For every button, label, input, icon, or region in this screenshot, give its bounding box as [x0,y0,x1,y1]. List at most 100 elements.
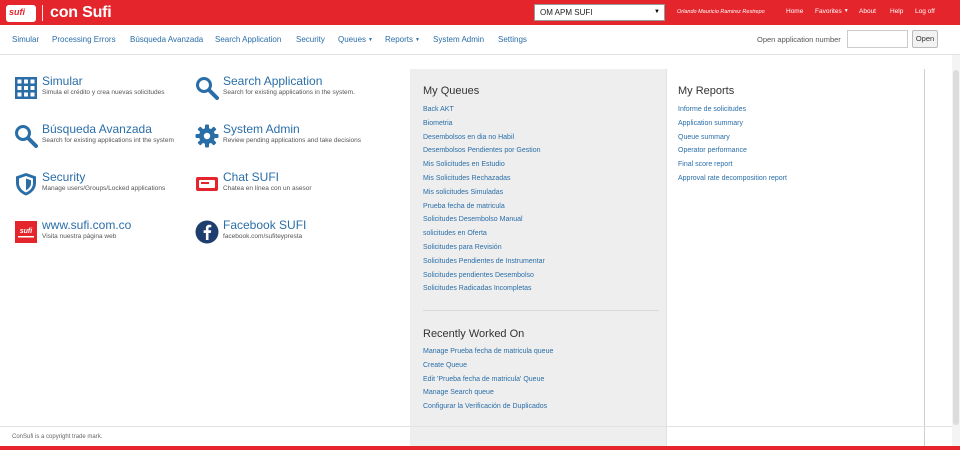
report-link[interactable]: Queue summary [678,131,787,145]
tile-title: Búsqueda Avanzada [42,122,152,136]
tile-system-admin[interactable]: System Admin Review pending applications… [195,122,375,162]
queue-link[interactable]: Solicitudes Radicadas Incompletas [423,282,545,296]
tile-description: Search for existing applications in the … [223,89,355,96]
favorites-label: Favorites [815,8,842,15]
caret-down-icon: ▼ [843,8,849,14]
logoff-link[interactable]: Log off [915,8,935,15]
facebook-icon [195,220,219,244]
app-selector[interactable]: OM APM SUFI ▼ [534,4,665,21]
recent-link[interactable]: Edit 'Prueba fecha de matricula' Queue [423,373,553,387]
user-name-link[interactable]: Orlando Mauricio Ramirez Restrepo [677,9,765,15]
sufi-logo-icon: sufi [15,221,37,243]
report-link[interactable]: Informe de solicitudes [678,103,787,117]
tile-facebook-sufi[interactable]: Facebook SUFI facebook.com/sufiteypresta [195,218,375,258]
tile-sufi-website[interactable]: sufi www.sufi.com.co Visita nuestra pági… [14,218,194,258]
nav-search-application[interactable]: Search Application [215,35,281,44]
tile-busqueda-avanzada[interactable]: Búsqueda Avanzada Search for existing ap… [14,122,194,162]
tile-description: Chatea en línea con un asesor [223,185,312,192]
report-link[interactable]: Application summary [678,117,787,131]
nav-processing-errors[interactable]: Processing Errors [52,35,116,44]
queue-link[interactable]: Mis solicitudes Simuladas [423,186,545,200]
section-divider [423,310,659,311]
queue-link[interactable]: Mis Solicitudes en Estudio [423,158,545,172]
my-queues-list: Back AKT Biometria Desembolsos en dia no… [423,103,545,296]
nav-queues-label: Queues [338,35,367,44]
queue-link[interactable]: Solicitudes para Revisión [423,241,545,255]
tile-description: Review pending applications and take dec… [223,137,362,144]
tile-title: System Admin [223,122,300,136]
nav-reports[interactable]: Reports ▼ [385,35,420,44]
gear-icon [195,124,219,148]
nav-simular[interactable]: Simular [12,35,39,44]
queue-link[interactable]: Solicitudes Pendientes de Instrumentar [423,255,545,269]
queue-link[interactable]: Biometria [423,117,545,131]
scrollbar-thumb[interactable] [953,70,959,425]
tile-description: facebook.com/sufiteypresta [223,233,303,240]
tile-description: Simula el crédito y crea nuevas solicitu… [42,89,165,96]
favorites-menu[interactable]: Favorites ▼ [815,8,849,15]
my-reports-list: Informe de solicitudes Application summa… [678,103,787,186]
brand-logo[interactable]: sufi con Sufi [6,4,112,22]
search-icon [196,77,219,100]
queue-link[interactable]: Mis Solicitudes Rechazadas [423,172,545,186]
recent-link[interactable]: Manage Prueba fecha de matricula queue [423,345,553,359]
about-link[interactable]: About [859,8,876,15]
tile-simular[interactable]: Simular Simula el crédito y crea nuevas … [14,74,194,114]
queue-link[interactable]: solicitudes en Oferta [423,227,545,241]
nav-settings[interactable]: Settings [498,35,527,44]
top-bar: sufi con Sufi OM APM SUFI ▼ Orlando Maur… [0,0,960,25]
queue-link[interactable]: Solicitudes pendientes Desembolso [423,269,545,283]
open-application-label: Open application number [757,35,841,44]
chevron-down-icon: ▼ [654,9,660,15]
tile-security[interactable]: Security Manage users/Groups/Locked appl… [14,170,194,210]
brand-name: con Sufi [50,4,112,21]
search-icon [15,125,38,148]
my-queues-title: My Queues [423,85,480,97]
chat-icon [196,177,218,191]
queue-link[interactable]: Desembolsos Pendientes por Gestion [423,144,545,158]
report-link[interactable]: Approval rate decomposition report [678,172,787,186]
tile-title: Security [42,170,86,184]
nav-security[interactable]: Security [296,35,325,44]
my-reports-title: My Reports [678,85,735,97]
queue-link[interactable]: Solicitudes Desembolso Manual [423,213,545,227]
report-link[interactable]: Final score report [678,158,787,172]
recently-worked-title: Recently Worked On [423,328,525,340]
nav-system-admin[interactable]: System Admin [433,35,484,44]
report-link[interactable]: Operator performance [678,144,787,158]
tile-title: Chat SUFI [223,170,280,184]
tile-description: Search for existing applications int the… [42,137,174,144]
home-link[interactable]: Home [786,8,803,15]
tile-title: www.sufi.com.co [42,218,132,232]
nav-busqueda-avanzada[interactable]: Búsqueda Avanzada [130,35,203,44]
shield-icon [16,173,36,196]
tile-description: Manage users/Groups/Locked applications [42,185,166,192]
tile-chat-sufi[interactable]: Chat SUFI Chatea en línea con un asesor [195,170,375,210]
open-button[interactable]: Open [912,30,938,48]
queue-link[interactable]: Back AKT [423,103,545,117]
logo-divider [42,5,43,21]
queue-link[interactable]: Desembolsos en dia no Habil [423,131,545,145]
nav-queues[interactable]: Queues ▼ [338,35,373,44]
recent-link[interactable]: Manage Search queue [423,386,553,400]
sufi-badge-icon: sufi [6,4,36,22]
nav-reports-label: Reports [385,35,414,44]
recent-link[interactable]: Create Queue [423,359,553,373]
caret-down-icon: ▼ [368,37,373,43]
application-number-input[interactable] [847,30,908,48]
tile-search-application[interactable]: Search Application Search for existing a… [195,74,375,114]
help-link[interactable]: Help [890,8,903,15]
tile-description: Visita nuestra página web [42,233,117,240]
main-nav: Simular Processing Errors Búsqueda Avanz… [0,25,960,55]
recently-worked-list: Manage Prueba fecha de matricula queue C… [423,345,553,414]
app-selector-value: OM APM SUFI [540,8,593,17]
queue-link[interactable]: Prueba fecha de matricula [423,200,545,214]
calculator-icon [15,77,37,99]
logo-badge-text: sufi [9,6,26,17]
recent-link[interactable]: Configurar la Verificación de Duplicados [423,400,553,414]
bottom-accent-bar [0,446,960,450]
footer-divider [0,426,960,427]
svg-text:sufi: sufi [20,228,34,235]
tile-title: Facebook SUFI [223,218,307,232]
copyright-text: ConSufi is a copyright trade mark. [12,434,103,440]
